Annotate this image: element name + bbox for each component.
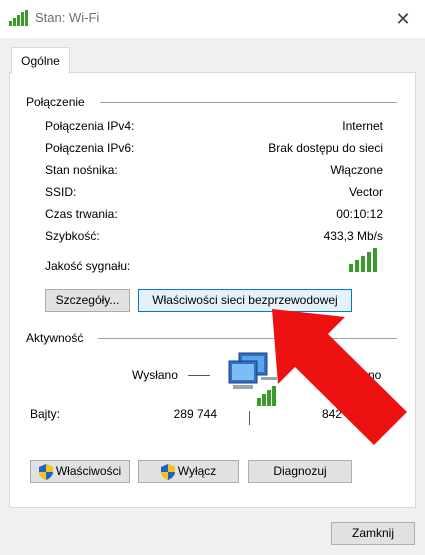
uac-shield-icon xyxy=(38,463,53,480)
speed-value: 433,3 Mb/s xyxy=(323,229,383,243)
uac-shield-icon xyxy=(160,463,175,480)
properties-button[interactable]: Właściwości xyxy=(30,460,130,483)
details-button[interactable]: Szczegóły... xyxy=(45,289,130,312)
disable-button[interactable]: Wyłącz xyxy=(138,460,239,483)
signal-quality-label: Jakość sygnału: xyxy=(45,259,131,273)
sent-label: Wysłano xyxy=(132,368,178,382)
bytes-sent-value: 289 744 xyxy=(173,407,217,421)
ssid-label: SSID: xyxy=(45,185,77,199)
ipv6-label: Połączenia IPv6: xyxy=(45,141,135,155)
activity-heading: Aktywność xyxy=(26,331,84,345)
diagnose-button[interactable]: Diagnozuj xyxy=(248,460,352,483)
tab-general[interactable]: Ogólne xyxy=(11,47,70,74)
general-panel: Połączenie Połączenia IPv4: Internet Poł… xyxy=(9,72,416,508)
ipv4-value: Internet xyxy=(342,119,383,133)
ipv4-label: Połączenia IPv4: xyxy=(45,119,135,133)
duration-label: Czas trwania: xyxy=(45,207,118,221)
divider xyxy=(98,338,397,339)
media-state-label: Stan nośnika: xyxy=(45,163,118,177)
close-button[interactable]: Zamknij xyxy=(331,522,415,545)
signal-strength-icon xyxy=(349,248,377,272)
duration-value: 00:10:12 xyxy=(336,207,383,221)
ipv6-value: Brak dostępu do sieci xyxy=(268,141,383,155)
bytes-received-value: 842 xyxy=(322,407,343,421)
title-bar: Stan: Wi-Fi ✕ xyxy=(0,0,425,38)
properties-button-label: Właściwości xyxy=(55,464,122,478)
speed-label: Szybkość: xyxy=(45,229,100,243)
network-computers-icon xyxy=(228,352,277,406)
ssid-value: Vector xyxy=(348,185,383,199)
close-icon[interactable]: ✕ xyxy=(389,6,417,32)
divider xyxy=(100,102,397,103)
bytes-label: Bajty: xyxy=(30,407,61,421)
disable-button-label: Wyłącz xyxy=(177,464,217,478)
activity-divider xyxy=(249,411,250,425)
wireless-properties-button[interactable]: Właściwości sieci bezprzewodowej xyxy=(138,289,352,312)
bytes-received-tail: 0 xyxy=(375,407,382,421)
sent-line xyxy=(188,375,210,376)
media-state-value: Włączone xyxy=(330,163,383,177)
wifi-signal-icon xyxy=(9,10,28,26)
connection-heading: Połączenie xyxy=(26,95,85,109)
window-title: Stan: Wi-Fi xyxy=(35,10,100,25)
received-label: no xyxy=(368,368,382,382)
